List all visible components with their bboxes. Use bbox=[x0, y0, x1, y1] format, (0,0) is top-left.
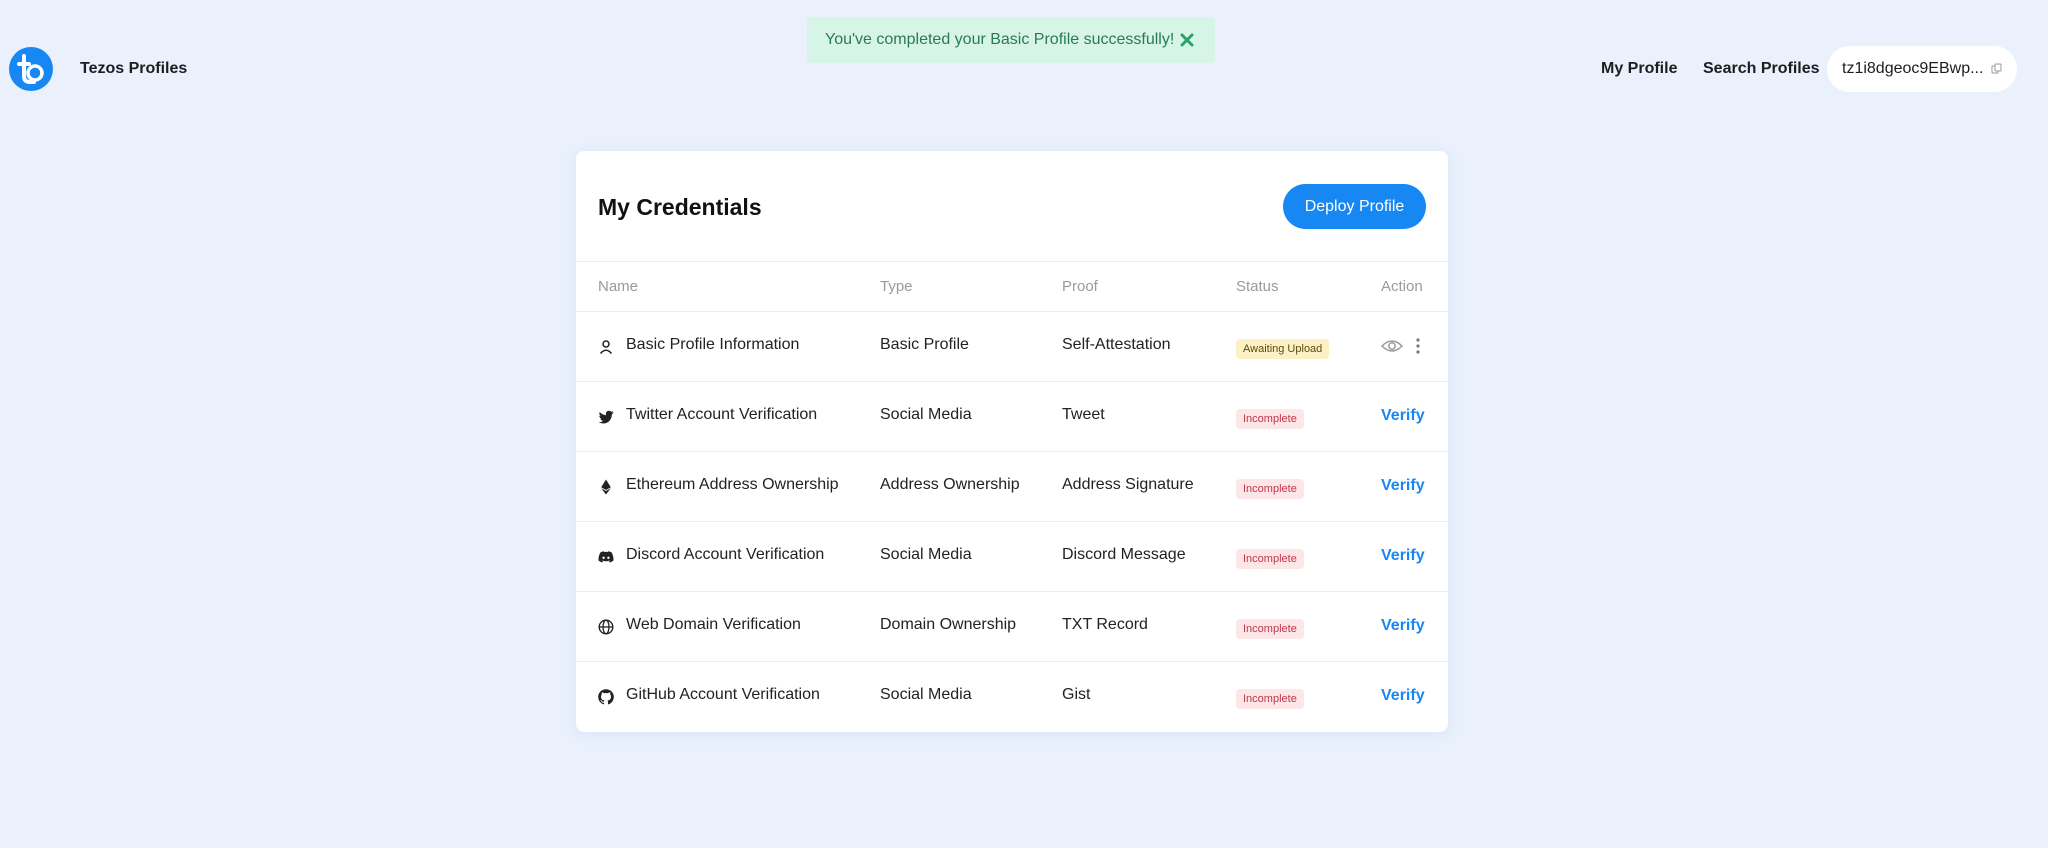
credential-type: Basic Profile bbox=[880, 336, 969, 353]
table-row: Ethereum Address Ownership Address Owner… bbox=[576, 452, 1448, 522]
discord-icon bbox=[598, 551, 614, 563]
credential-type: Address Ownership bbox=[880, 476, 1020, 493]
credentials-card: My Credentials Deploy Profile Name Type … bbox=[576, 151, 1448, 732]
verify-discord-link[interactable]: Verify bbox=[1381, 547, 1425, 565]
credential-proof: Gist bbox=[1062, 686, 1091, 703]
credential-name: Basic Profile Information bbox=[626, 336, 800, 353]
credential-name: Ethereum Address Ownership bbox=[626, 476, 839, 493]
credential-name: GitHub Account Verification bbox=[626, 686, 820, 703]
credential-proof: TXT Record bbox=[1062, 616, 1148, 633]
nav-search-profiles[interactable]: Search Profiles bbox=[1703, 60, 1820, 78]
status-badge: Incomplete bbox=[1236, 479, 1304, 499]
credential-proof: Address Signature bbox=[1062, 476, 1194, 493]
credential-name: Web Domain Verification bbox=[626, 616, 801, 633]
success-toast: You've completed your Basic Profile succ… bbox=[807, 17, 1215, 63]
verify-web-domain-link[interactable]: Verify bbox=[1381, 617, 1425, 635]
table-row: Twitter Account Verification Social Medi… bbox=[576, 382, 1448, 452]
credential-proof: Discord Message bbox=[1062, 546, 1186, 563]
column-header-action: Action bbox=[1381, 278, 1423, 295]
deploy-profile-button[interactable]: Deploy Profile bbox=[1283, 184, 1426, 229]
status-badge: Incomplete bbox=[1236, 619, 1304, 639]
twitter-icon bbox=[598, 410, 614, 424]
column-header-status[interactable]: Status bbox=[1236, 278, 1279, 295]
credential-type: Social Media bbox=[880, 546, 972, 563]
credential-type: Social Media bbox=[880, 686, 972, 703]
status-badge: Incomplete bbox=[1236, 409, 1304, 429]
eye-icon[interactable] bbox=[1381, 337, 1403, 355]
wallet-address-button[interactable]: tz1i8dgeoc9EBwp... bbox=[1827, 46, 2017, 92]
credential-proof: Self-Attestation bbox=[1062, 336, 1171, 353]
table-row: Web Domain Verification Domain Ownership… bbox=[576, 592, 1448, 662]
status-badge: Incomplete bbox=[1236, 549, 1304, 569]
globe-icon bbox=[598, 619, 614, 635]
top-bar: Tezos Profiles You've completed your Bas… bbox=[0, 0, 2048, 136]
column-header-proof[interactable]: Proof bbox=[1062, 278, 1098, 295]
verify-ethereum-link[interactable]: Verify bbox=[1381, 477, 1425, 495]
tezos-profiles-logo[interactable] bbox=[8, 46, 54, 92]
more-options-icon[interactable] bbox=[1414, 336, 1422, 356]
close-icon[interactable] bbox=[1177, 30, 1197, 50]
credential-name: Discord Account Verification bbox=[626, 546, 825, 563]
credentials-title: My Credentials bbox=[598, 194, 762, 220]
status-badge: Incomplete bbox=[1236, 689, 1304, 709]
credential-type: Social Media bbox=[880, 406, 972, 423]
github-icon bbox=[598, 689, 614, 705]
toast-message: You've completed your Basic Profile succ… bbox=[825, 31, 1175, 48]
column-header-type[interactable]: Type bbox=[880, 278, 913, 295]
column-header-name[interactable]: Name bbox=[598, 278, 638, 295]
copy-icon[interactable] bbox=[1991, 63, 2003, 75]
table-row: Discord Account Verification Social Medi… bbox=[576, 522, 1448, 592]
credential-type: Domain Ownership bbox=[880, 616, 1017, 633]
ethereum-icon bbox=[601, 479, 611, 495]
credential-proof: Tweet bbox=[1062, 406, 1105, 423]
status-badge: Awaiting Upload bbox=[1236, 339, 1330, 359]
user-icon bbox=[599, 340, 613, 355]
verify-github-link[interactable]: Verify bbox=[1381, 687, 1425, 705]
verify-twitter-link[interactable]: Verify bbox=[1381, 407, 1425, 425]
wallet-address: tz1i8dgeoc9EBwp... bbox=[1842, 60, 1984, 77]
brand-name[interactable]: Tezos Profiles bbox=[80, 60, 187, 78]
table-row: Basic Profile Information Basic Profile … bbox=[576, 312, 1448, 382]
credential-name: Twitter Account Verification bbox=[626, 406, 818, 423]
table-row: GitHub Account Verification Social Media… bbox=[576, 662, 1448, 732]
table-header: Name Type Proof Status Action bbox=[576, 261, 1448, 312]
nav-my-profile[interactable]: My Profile bbox=[1601, 60, 1677, 78]
